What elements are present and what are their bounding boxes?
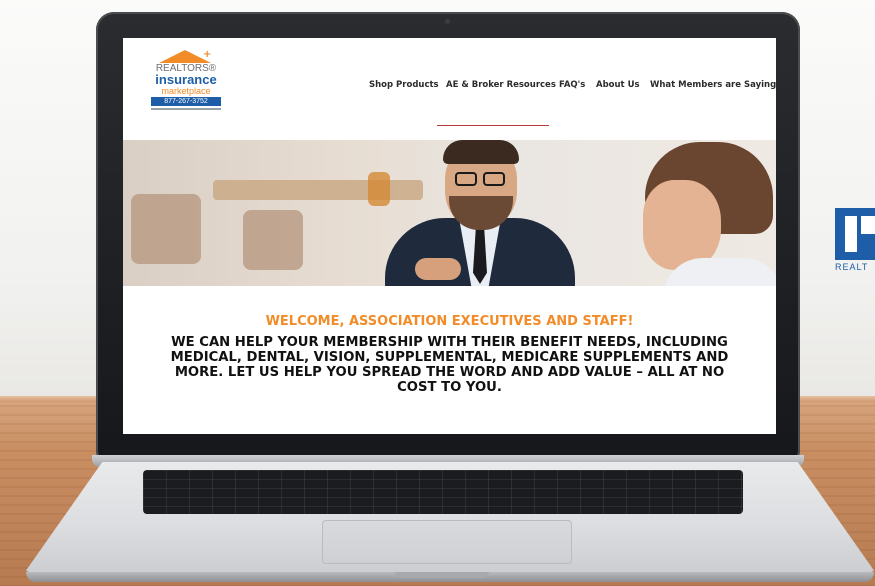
hero-image xyxy=(123,140,776,286)
nav-shop-products[interactable]: Shop Products xyxy=(369,78,439,92)
laptop-trackpad xyxy=(322,520,572,564)
laptop-screen: + REALTORS® insurance marketplace 877-26… xyxy=(123,38,776,434)
logo-marketplace-text: marketplace xyxy=(161,86,211,96)
laptop-keyboard xyxy=(143,470,743,514)
realtor-logo-text: REALT xyxy=(835,262,869,272)
welcome-body-line: MORE. LET US HELP YOU SPREAD THE WORD AN… xyxy=(174,365,725,380)
welcome-body-line: COST TO YOU. xyxy=(397,380,502,395)
realtor-logo: REALT xyxy=(835,208,875,272)
hero-chair xyxy=(131,194,201,264)
welcome-body-line: WE CAN HELP YOUR MEMBERSHIP WITH THEIR B… xyxy=(171,335,728,350)
realtor-logo-icon xyxy=(835,208,875,260)
nav-what-members-are-saying[interactable]: What Members are Saying xyxy=(650,78,776,92)
welcome-body-line: MEDICAL, DENTAL, VISION, SUPPLEMENTAL, M… xyxy=(170,350,729,365)
site-logo[interactable]: + REALTORS® insurance marketplace 877-26… xyxy=(149,50,223,116)
nav-ae-broker-resources[interactable]: AE & Broker Resources xyxy=(446,78,556,92)
nav-faqs[interactable]: FAQ's xyxy=(559,78,585,92)
plus-icon: + xyxy=(203,49,212,60)
hero-table xyxy=(213,180,423,200)
logo-insurance-text: insurance xyxy=(155,72,217,87)
webcam-icon xyxy=(445,19,450,24)
man-glasses xyxy=(455,172,507,186)
hero-lamp xyxy=(368,172,390,206)
nav-about-us[interactable]: About Us xyxy=(596,78,640,92)
woman-face xyxy=(643,180,721,270)
man-hand xyxy=(415,258,461,280)
nav-active-underline xyxy=(437,125,549,126)
logo-phone-number: 877-267-3752 xyxy=(151,97,221,106)
hero-chair xyxy=(243,210,303,270)
welcome-body: WE CAN HELP YOUR MEMBERSHIP WITH THEIR B… xyxy=(137,335,762,395)
man-hair xyxy=(443,140,519,164)
welcome-heading: WELCOME, ASSOCIATION EXECUTIVES AND STAF… xyxy=(265,314,634,329)
laptop-opening-notch xyxy=(395,572,489,578)
logo-tagline xyxy=(151,108,221,110)
